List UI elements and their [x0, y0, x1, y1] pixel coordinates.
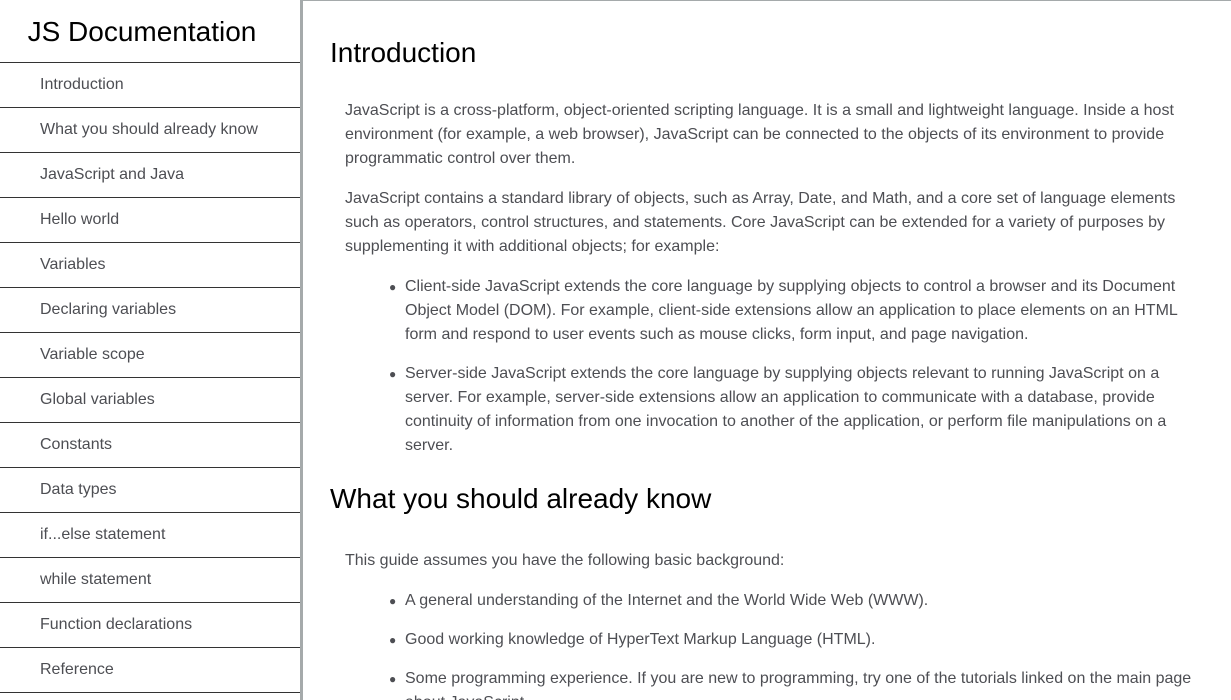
section-title: Introduction: [330, 37, 477, 68]
nav-link-global-variables[interactable]: Global variables: [0, 378, 300, 423]
paragraph: JavaScript is a cross-platform, object-o…: [345, 102, 1174, 167]
navbar-title: JS Documentation: [0, 0, 300, 63]
list-item: ● Server-side JavaScript extends the cor…: [389, 362, 1195, 458]
nav-link-introduction[interactable]: Introduction: [0, 63, 300, 108]
list-item: ● Some programming experience. If you ar…: [389, 667, 1195, 700]
navbar: JS Documentation Introduction What you s…: [0, 0, 303, 700]
bullet-icon: ●: [389, 280, 397, 294]
nav-list-item: Global variables: [0, 378, 300, 423]
nav-link-reference[interactable]: Reference: [0, 648, 300, 693]
paragraph: JavaScript contains a standard library o…: [345, 190, 1176, 255]
nav-link-declaring-variables[interactable]: Declaring variables: [0, 288, 300, 333]
list-item: ● A general understanding of the Interne…: [389, 589, 1195, 613]
bullet-icon: ●: [389, 367, 397, 381]
nav-list-item: Declaring variables: [0, 288, 300, 333]
list-item: ● Good working knowledge of HyperText Ma…: [389, 628, 1195, 652]
bullet-list: ● A general understanding of the Interne…: [345, 573, 1195, 700]
section-introduction: Introduction JavaScript is a cross-platf…: [303, 1, 1231, 458]
section-title: What you should already know: [330, 483, 712, 514]
list-item-text: A general understanding of the Internet …: [405, 592, 929, 609]
list-item-text: Some programming experience. If you are …: [405, 670, 1192, 700]
nav-list-item: Data types: [0, 468, 300, 513]
bullet-icon: ●: [389, 594, 397, 608]
nav-list-item: Variables: [0, 243, 300, 288]
nav-list-item: What you should already know: [0, 108, 300, 153]
list-item: ● Client-side JavaScript extends the cor…: [389, 275, 1195, 347]
paragraph: This guide assumes you have the followin…: [345, 552, 785, 569]
nav-link-constants[interactable]: Constants: [0, 423, 300, 468]
nav-list-item: if...else statement: [0, 513, 300, 558]
nav-link-if-else-statement[interactable]: if...else statement: [0, 513, 300, 558]
nav-list-item: Constants: [0, 423, 300, 468]
nav-list-item: Reference: [0, 648, 300, 693]
nav-link-function-declarations[interactable]: Function declarations: [0, 603, 300, 648]
list-item-text: Client-side JavaScript extends the core …: [405, 278, 1178, 343]
nav-list-item: Variable scope: [0, 333, 300, 378]
nav-link-what-you-should-already-know[interactable]: What you should already know: [0, 108, 300, 153]
section-what-you-should-already-know: What you should already know This guide …: [303, 458, 1231, 700]
nav-link-data-types[interactable]: Data types: [0, 468, 300, 513]
nav-list: Introduction What you should already kno…: [0, 63, 300, 693]
main-doc: Introduction JavaScript is a cross-platf…: [303, 0, 1231, 700]
bullet-icon: ●: [389, 672, 397, 686]
list-item-text: Good working knowledge of HyperText Mark…: [405, 631, 876, 648]
nav-link-hello-world[interactable]: Hello world: [0, 198, 300, 243]
nav-list-item: JavaScript and Java: [0, 153, 300, 198]
nav-list-item: Hello world: [0, 198, 300, 243]
nav-link-variable-scope[interactable]: Variable scope: [0, 333, 300, 378]
nav-link-javascript-and-java[interactable]: JavaScript and Java: [0, 153, 300, 198]
section-body: JavaScript is a cross-platform, object-o…: [330, 71, 1195, 458]
bullet-icon: ●: [389, 633, 397, 647]
nav-list-item: while statement: [0, 558, 300, 603]
nav-link-variables[interactable]: Variables: [0, 243, 300, 288]
nav-list-item: Introduction: [0, 63, 300, 108]
nav-list-item: Function declarations: [0, 603, 300, 648]
section-body: This guide assumes you have the followin…: [330, 525, 1195, 700]
nav-link-while-statement[interactable]: while statement: [0, 558, 300, 603]
bullet-list: ● Client-side JavaScript extends the cor…: [345, 259, 1195, 458]
list-item-text: Server-side JavaScript extends the core …: [405, 365, 1167, 454]
